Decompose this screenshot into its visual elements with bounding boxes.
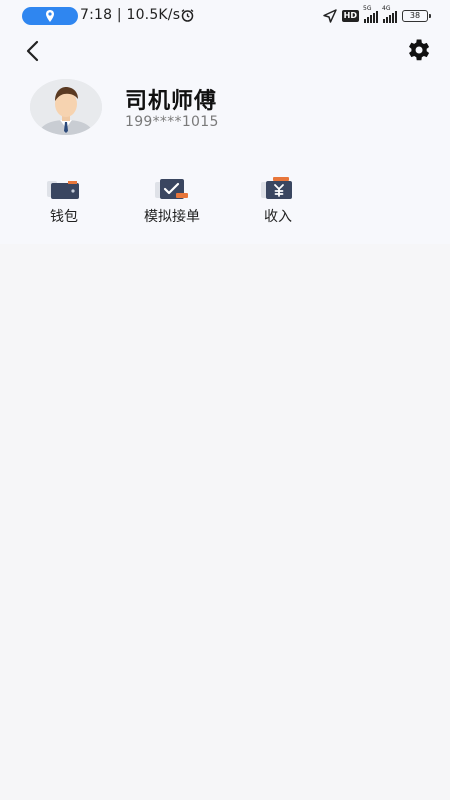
menu-item-wallet[interactable]: 钱包: [42, 175, 86, 226]
signal-5g: 5G: [363, 5, 378, 23]
hd-badge: HD: [341, 10, 359, 22]
content-area: [0, 244, 450, 800]
battery-indicator: 38: [402, 10, 431, 22]
signal-4g: 4G: [382, 5, 397, 23]
menu-label-simulate-order: 模拟接单: [144, 209, 200, 225]
menu-item-income[interactable]: 收入: [256, 175, 300, 226]
wallet-icon: [47, 181, 79, 199]
menu-item-simulate-order[interactable]: 模拟接单: [136, 175, 208, 226]
user-phone: 199****1015: [125, 114, 219, 130]
back-button[interactable]: [18, 36, 48, 66]
signal-4g-label: 4G: [382, 5, 391, 12]
quick-menu: 钱包 模拟接单 收入: [0, 175, 450, 230]
menu-label-wallet: 钱包: [50, 209, 78, 225]
income-yen-icon: [261, 177, 292, 199]
location-indicator: [22, 7, 78, 25]
signal-5g-label: 5G: [363, 5, 372, 12]
location-pin-icon: [46, 10, 54, 22]
alarm-clock-icon: [181, 9, 194, 22]
user-name: 司机师傅: [125, 89, 218, 114]
gear-icon: [409, 39, 430, 61]
settings-button[interactable]: [404, 36, 432, 64]
status-bar: 7:18 | 10.5K/s HD 5G 4G 38: [0, 0, 450, 32]
status-time-speed: 7:18 | 10.5K/s: [80, 7, 181, 23]
navigation-arrow-icon: [322, 9, 337, 23]
driver-avatar-image: [30, 79, 102, 135]
menu-label-income: 收入: [264, 209, 292, 225]
status-indicators: HD 5G 4G 38: [322, 5, 431, 25]
order-accept-icon: [155, 179, 188, 199]
profile-panel: 司机师傅 199****1015 钱包 模拟接单 收入: [0, 32, 450, 244]
chevron-left-icon: [26, 40, 39, 62]
avatar[interactable]: [30, 79, 102, 135]
